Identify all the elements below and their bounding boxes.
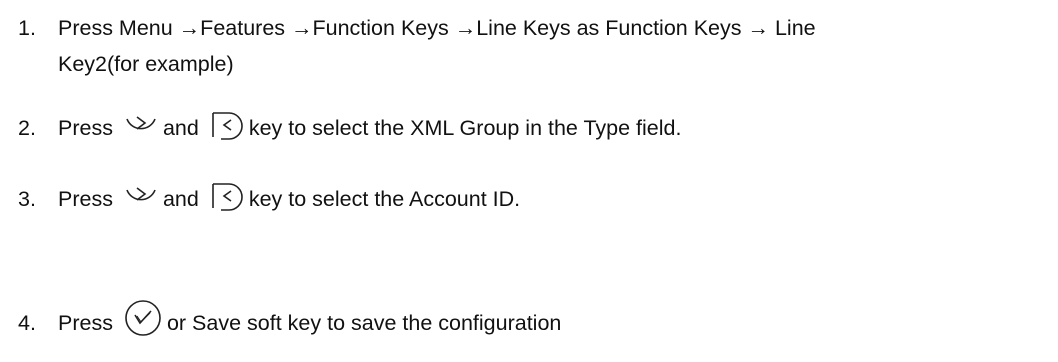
step-body: Press or Save soft key to save the confi…	[58, 300, 562, 341]
left-navigation-key-icon	[209, 182, 245, 216]
step-text: and	[162, 116, 199, 140]
step-body: Press and key to select the Account ID.	[58, 181, 520, 217]
step-text: Press	[58, 187, 113, 211]
step-number: 3.	[18, 187, 36, 211]
step-number: 2.	[18, 116, 36, 140]
right-navigation-key-icon	[123, 111, 159, 145]
step-body: Press Menu →Features →Function Keys →Lin…	[58, 10, 816, 82]
step-number: 1.	[18, 16, 36, 40]
right-navigation-key-icon	[123, 182, 159, 216]
left-navigation-key-icon	[209, 111, 245, 145]
step-text-line: Press Menu →Features →Function Keys →Lin…	[58, 16, 816, 40]
step-text: and	[162, 187, 199, 211]
step-number: 4.	[18, 311, 36, 335]
step-text: key to select the Account ID.	[248, 187, 521, 211]
ok-key-icon	[123, 298, 163, 338]
step-text-line: Key2(for example)	[58, 52, 234, 76]
step-text: Press	[58, 116, 113, 140]
step-text: key to select the XML Group in the Type …	[248, 116, 682, 140]
step-text: Press	[58, 311, 113, 335]
step-text: or Save soft key to save the configurati…	[166, 311, 562, 335]
step-body: Press and key to select the XML Group in…	[58, 110, 681, 146]
